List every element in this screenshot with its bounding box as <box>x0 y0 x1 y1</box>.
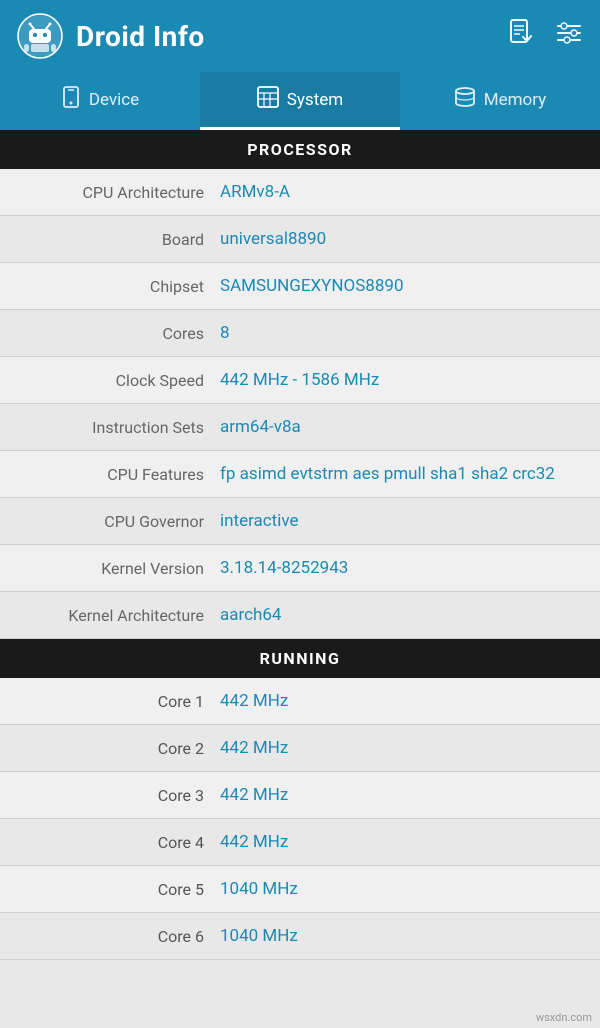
core-2-value: 442 MHz <box>220 738 288 758</box>
core-1-value: 442 MHz <box>220 691 288 711</box>
instruction-sets-label: Instruction Sets <box>20 417 220 437</box>
core-4-label: Core 4 <box>20 833 220 852</box>
core-6-label: Core 6 <box>20 927 220 946</box>
tab-bar: Device System Memory <box>0 72 600 130</box>
tab-memory[interactable]: Memory <box>400 72 600 130</box>
cpu-architecture-row: CPU Architecture ARMv8-A <box>0 169 600 216</box>
settings-icon[interactable] <box>554 18 584 55</box>
core-4-row: Core 4 442 MHz <box>0 819 600 866</box>
core-2-label: Core 2 <box>20 739 220 758</box>
core-3-row: Core 3 442 MHz <box>0 772 600 819</box>
kernel-architecture-label: Kernel Architecture <box>20 605 220 625</box>
device-tab-icon <box>61 86 81 113</box>
memory-tab-icon <box>454 87 476 112</box>
chipset-value: SAMSUNGEXYNOS8890 <box>220 276 580 296</box>
cpu-governor-row: CPU Governor interactive <box>0 498 600 545</box>
cpu-governor-label: CPU Governor <box>20 511 220 531</box>
cpu-features-value: fp asimd evtstrm aes pmull sha1 sha2 crc… <box>220 464 580 484</box>
cpu-architecture-value: ARMv8-A <box>220 182 580 202</box>
processor-info-table: CPU Architecture ARMv8-A Board universal… <box>0 169 600 639</box>
core-6-value: 1040 MHz <box>220 926 298 946</box>
tab-memory-label: Memory <box>484 90 546 110</box>
kernel-architecture-row: Kernel Architecture aarch64 <box>0 592 600 639</box>
instruction-sets-value: arm64-v8a <box>220 417 580 437</box>
clock-speed-row: Clock Speed 442 MHz - 1586 MHz <box>0 357 600 404</box>
board-row: Board universal8890 <box>0 216 600 263</box>
app-logo <box>16 12 64 60</box>
cores-table: Core 1 442 MHz Core 2 442 MHz Core 3 442… <box>0 678 600 960</box>
core-5-label: Core 5 <box>20 880 220 899</box>
core-4-value: 442 MHz <box>220 832 288 852</box>
instruction-sets-row: Instruction Sets arm64-v8a <box>0 404 600 451</box>
app-header: Droid Info <box>0 0 600 72</box>
clock-speed-label: Clock Speed <box>20 370 220 390</box>
system-tab-icon <box>257 86 279 113</box>
core-6-row: Core 6 1040 MHz <box>0 913 600 960</box>
app-title: Droid Info <box>76 20 205 53</box>
core-5-row: Core 5 1040 MHz <box>0 866 600 913</box>
tab-system[interactable]: System <box>200 72 400 130</box>
cpu-architecture-label: CPU Architecture <box>20 182 220 202</box>
cpu-governor-value: interactive <box>220 511 580 531</box>
cores-value: 8 <box>220 323 580 343</box>
processor-section-header: PROCESSOR <box>0 130 600 169</box>
tab-system-label: System <box>287 90 343 110</box>
kernel-version-value: 3.18.14-8252943 <box>220 558 580 578</box>
core-3-value: 442 MHz <box>220 785 288 805</box>
tab-device[interactable]: Device <box>0 72 200 130</box>
kernel-version-label: Kernel Version <box>20 558 220 578</box>
board-value: universal8890 <box>220 229 580 249</box>
header-left: Droid Info <box>16 12 205 60</box>
board-label: Board <box>20 229 220 249</box>
kernel-architecture-value: aarch64 <box>220 605 580 625</box>
core-1-row: Core 1 442 MHz <box>0 678 600 725</box>
tab-device-label: Device <box>89 90 139 110</box>
clock-speed-value: 442 MHz - 1586 MHz <box>220 370 580 390</box>
core-5-value: 1040 MHz <box>220 879 298 899</box>
header-actions <box>506 18 584 55</box>
chipset-row: Chipset SAMSUNGEXYNOS8890 <box>0 263 600 310</box>
cpu-features-row: CPU Features fp asimd evtstrm aes pmull … <box>0 451 600 498</box>
watermark: wsxdn.com <box>536 1011 592 1024</box>
report-icon[interactable] <box>506 18 536 55</box>
chipset-label: Chipset <box>20 276 220 296</box>
core-2-row: Core 2 442 MHz <box>0 725 600 772</box>
cpu-features-label: CPU Features <box>20 464 220 484</box>
core-1-label: Core 1 <box>20 692 220 711</box>
core-3-label: Core 3 <box>20 786 220 805</box>
running-section-header: RUNNING <box>0 639 600 678</box>
cores-row: Cores 8 <box>0 310 600 357</box>
kernel-version-row: Kernel Version 3.18.14-8252943 <box>0 545 600 592</box>
cores-label: Cores <box>20 323 220 343</box>
